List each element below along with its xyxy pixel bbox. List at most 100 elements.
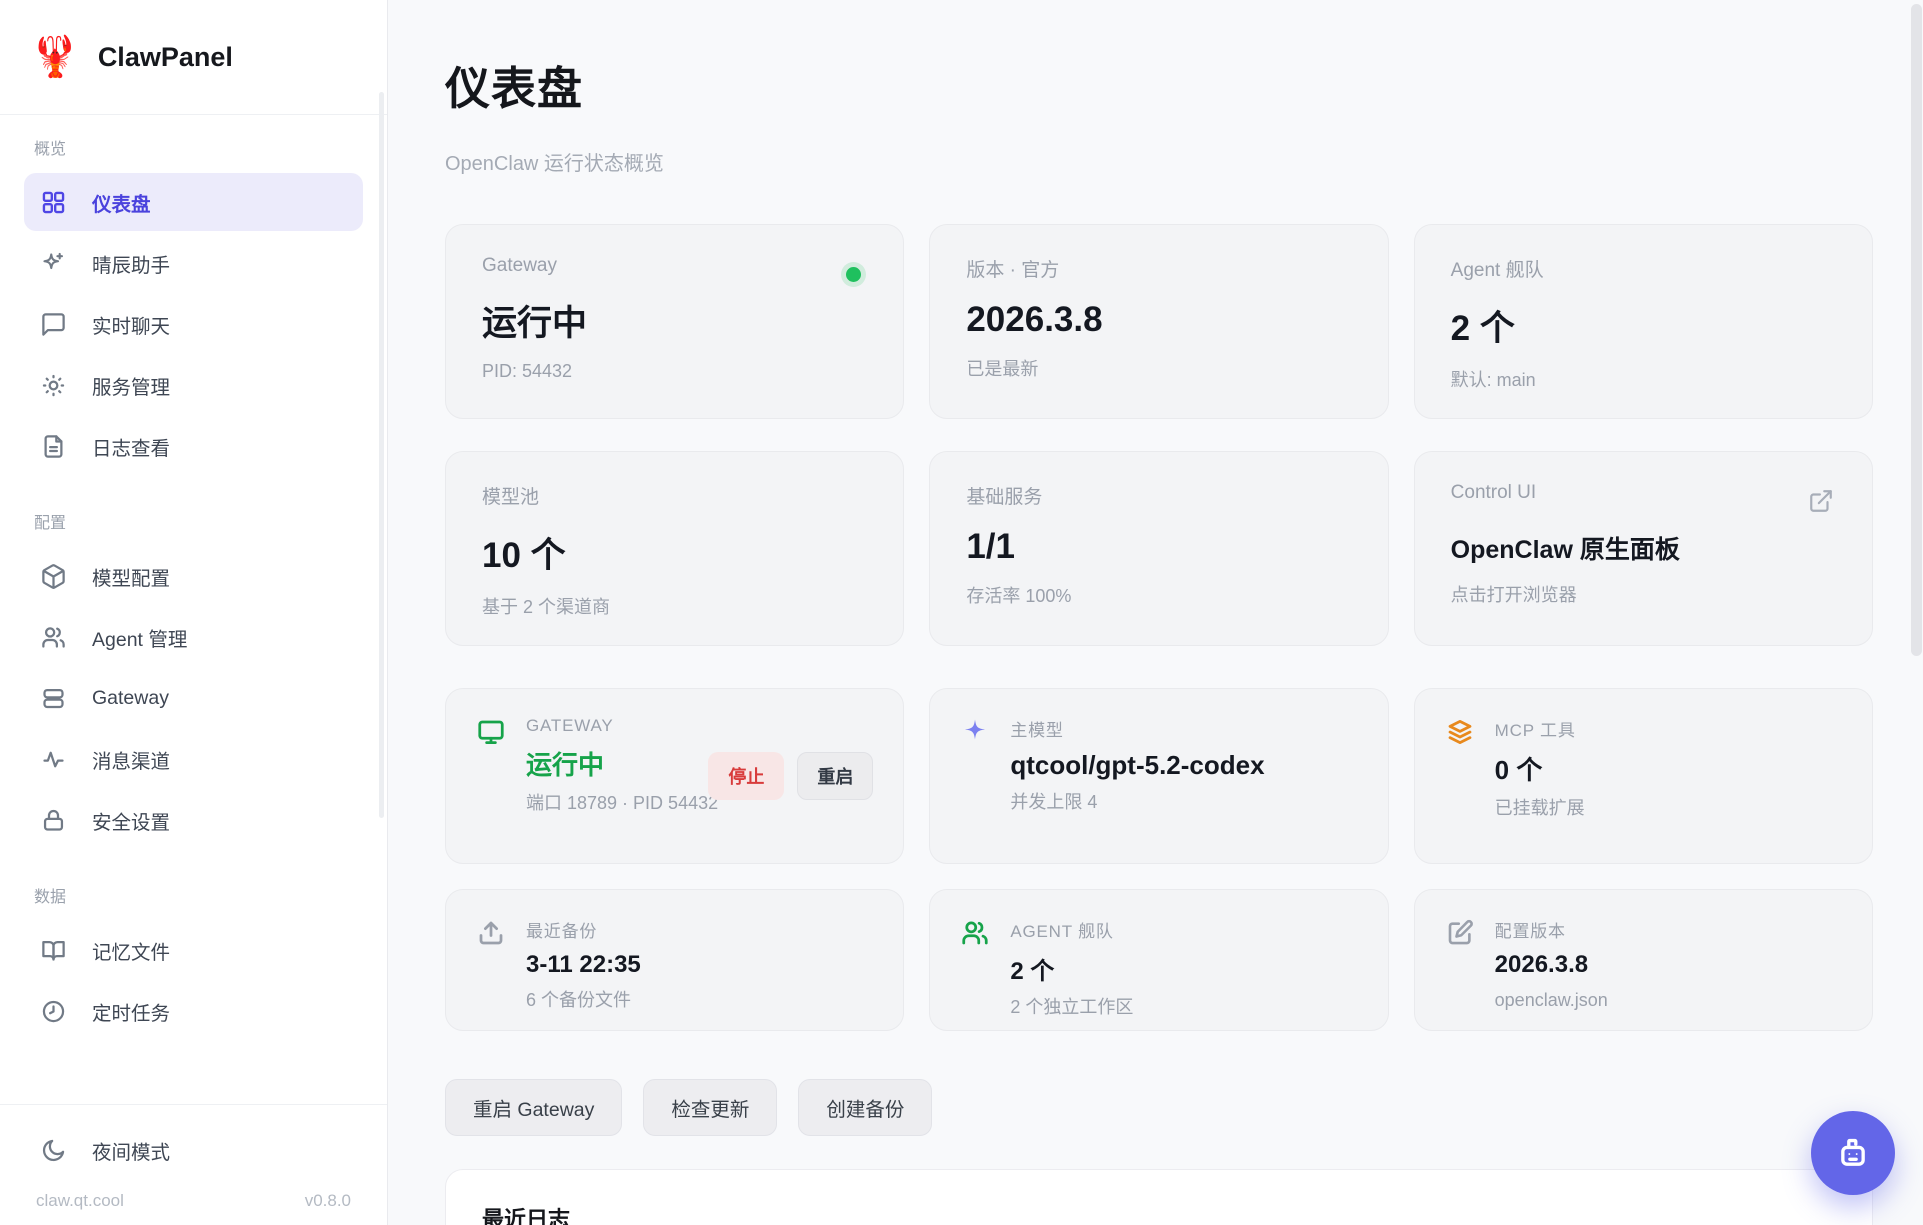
sidebar-nav: 概览 仪表盘 晴辰助手 实时聊天 服务管理 日志查看 [0, 115, 387, 1104]
sidebar-item-scheduled-tasks[interactable]: 定时任务 [24, 982, 363, 1040]
sidebar-scrollbar[interactable] [379, 92, 384, 818]
sidebar-item-security[interactable]: 安全设置 [24, 791, 363, 849]
info-value: 3-11 22:35 [526, 951, 641, 979]
sidebar-item-dashboard[interactable]: 仪表盘 [24, 173, 363, 231]
dashboard-grid-icon [40, 189, 67, 216]
page-subtitle: OpenClaw 运行状态概览 [445, 147, 1873, 176]
sidebar-item-label: 仪表盘 [92, 188, 151, 217]
stat-cards-grid: Gateway 运行中 PID: 54432 版本 · 官方 2026.3.8 … [445, 224, 1873, 646]
sidebar-item-agent-management[interactable]: Agent 管理 [24, 608, 363, 666]
stat-value: 运行中 [482, 295, 867, 346]
create-backup-button[interactable]: 创建备份 [798, 1079, 932, 1136]
stat-label: Gateway [482, 255, 867, 277]
night-mode-toggle[interactable]: 夜间模式 [24, 1121, 363, 1179]
stat-value: 10 个 [482, 527, 867, 578]
stat-value: 2026.3.8 [966, 300, 1351, 340]
nav-section-label-data: 数据 [34, 883, 353, 907]
sidebar-item-label: 安全设置 [92, 806, 170, 835]
users-icon [40, 624, 67, 651]
footer-domain: claw.qt.cool [36, 1191, 124, 1211]
stop-gateway-button[interactable]: 停止 [708, 752, 784, 800]
info-label: GATEWAY [526, 716, 718, 736]
sidebar-item-label: 定时任务 [92, 997, 170, 1026]
info-sub: 端口 18789 · PID 54432 [526, 791, 718, 815]
stat-sub: 点击打开浏览器 [1451, 581, 1836, 607]
external-link-icon [1808, 488, 1834, 514]
sparkle-icon [960, 717, 990, 747]
info-value: qtcool/gpt-5.2-codex [1010, 750, 1264, 781]
edit-square-icon [1445, 918, 1475, 948]
recent-logs-title: 最近日志 [446, 1170, 1872, 1225]
info-card-main-model: 主模型 qtcool/gpt-5.2-codex 并发上限 4 [929, 688, 1388, 864]
info-card-latest-backup: 最近备份 3-11 22:35 6 个备份文件 [445, 889, 904, 1031]
sidebar-item-live-chat[interactable]: 实时聊天 [24, 295, 363, 353]
stat-card-agent-fleet: Agent 舰队 2 个 默认: main [1414, 224, 1873, 419]
info-value: 2026.3.8 [1495, 951, 1608, 979]
stat-card-control-ui[interactable]: Control UI OpenClaw 原生面板 点击打开浏览器 [1414, 451, 1873, 646]
stat-sub: 基于 2 个渠道商 [482, 593, 867, 619]
sidebar-item-label: Gateway [92, 687, 169, 710]
monitor-icon [476, 717, 506, 747]
stat-card-version: 版本 · 官方 2026.3.8 已是最新 [929, 224, 1388, 419]
info-sub: 2 个独立工作区 [1010, 995, 1133, 1019]
stat-value: OpenClaw 原生面板 [1451, 530, 1836, 566]
sidebar-item-label: 服务管理 [92, 371, 170, 400]
sidebar: 🦞 ClawPanel 概览 仪表盘 晴辰助手 实时聊天 服务管理 [0, 0, 388, 1225]
sidebar-item-label: 模型配置 [92, 562, 170, 591]
file-text-icon [40, 433, 67, 460]
sidebar-item-label: 日志查看 [92, 432, 170, 461]
stat-label: Control UI [1451, 482, 1836, 504]
stat-sub: 存活率 100% [966, 582, 1351, 608]
stat-card-gateway: Gateway 运行中 PID: 54432 [445, 224, 904, 419]
sidebar-item-assistant[interactable]: 晴辰助手 [24, 234, 363, 292]
stat-sub: 默认: main [1451, 366, 1836, 392]
book-open-icon [40, 937, 67, 964]
sidebar-item-logs[interactable]: 日志查看 [24, 417, 363, 475]
info-label: 主模型 [1010, 716, 1264, 741]
stat-value: 2 个 [1451, 300, 1836, 351]
sun-icon [40, 372, 67, 399]
info-card-gateway-status: GATEWAY 运行中 端口 18789 · PID 54432 停止 重启 [445, 688, 904, 864]
info-card-config-version: 配置版本 2026.3.8 openclaw.json [1414, 889, 1873, 1031]
assistant-fab-button[interactable] [1811, 1111, 1895, 1195]
page-title: 仪表盘 [445, 52, 1873, 117]
sidebar-item-services[interactable]: 服务管理 [24, 356, 363, 414]
sidebar-item-label: 消息渠道 [92, 745, 170, 774]
layers-icon [1445, 717, 1475, 747]
sidebar-item-model-config[interactable]: 模型配置 [24, 547, 363, 605]
stat-sub: 已是最新 [966, 355, 1351, 381]
sidebar-item-label: 晴辰助手 [92, 249, 170, 278]
status-online-dot [846, 267, 861, 282]
sidebar-item-channels[interactable]: 消息渠道 [24, 730, 363, 788]
page-scrollbar-thumb[interactable] [1911, 4, 1922, 656]
info-value: 运行中 [526, 745, 718, 782]
lock-icon [40, 807, 67, 834]
sidebar-item-label: Agent 管理 [92, 623, 187, 652]
info-label: MCP 工具 [1495, 716, 1585, 741]
check-updates-button[interactable]: 检查更新 [643, 1079, 777, 1136]
chat-bubble-icon [40, 311, 67, 338]
app-title: ClawPanel [98, 42, 233, 73]
stat-value: 1/1 [966, 527, 1351, 567]
app-logo: 🦞 ClawPanel [0, 0, 387, 115]
activity-icon [40, 746, 67, 773]
sidebar-item-gateway[interactable]: Gateway [24, 669, 363, 727]
recent-logs-card: 最近日志 [445, 1169, 1873, 1225]
main-content: 仪表盘 OpenClaw 运行状态概览 Gateway 运行中 PID: 544… [388, 0, 1923, 1225]
server-icon [40, 685, 67, 712]
info-label: 最近备份 [526, 917, 641, 942]
action-buttons-row: 重启 Gateway 检查更新 创建备份 [445, 1079, 1873, 1136]
restart-gateway-button[interactable]: 重启 [797, 752, 873, 800]
lobster-logo-icon: 🦞 [30, 37, 80, 77]
upload-icon [476, 918, 506, 948]
stat-label: 基础服务 [966, 482, 1351, 509]
sidebar-item-label: 记忆文件 [92, 936, 170, 965]
users-icon [960, 918, 990, 948]
moon-icon [40, 1137, 67, 1164]
info-label: AGENT 舰队 [1010, 917, 1133, 942]
sidebar-item-memory-files[interactable]: 记忆文件 [24, 921, 363, 979]
info-value: 2 个 [1010, 951, 1133, 986]
restart-gateway-action-button[interactable]: 重启 Gateway [445, 1079, 622, 1136]
stat-label: 模型池 [482, 482, 867, 509]
stat-card-model-pool: 模型池 10 个 基于 2 个渠道商 [445, 451, 904, 646]
